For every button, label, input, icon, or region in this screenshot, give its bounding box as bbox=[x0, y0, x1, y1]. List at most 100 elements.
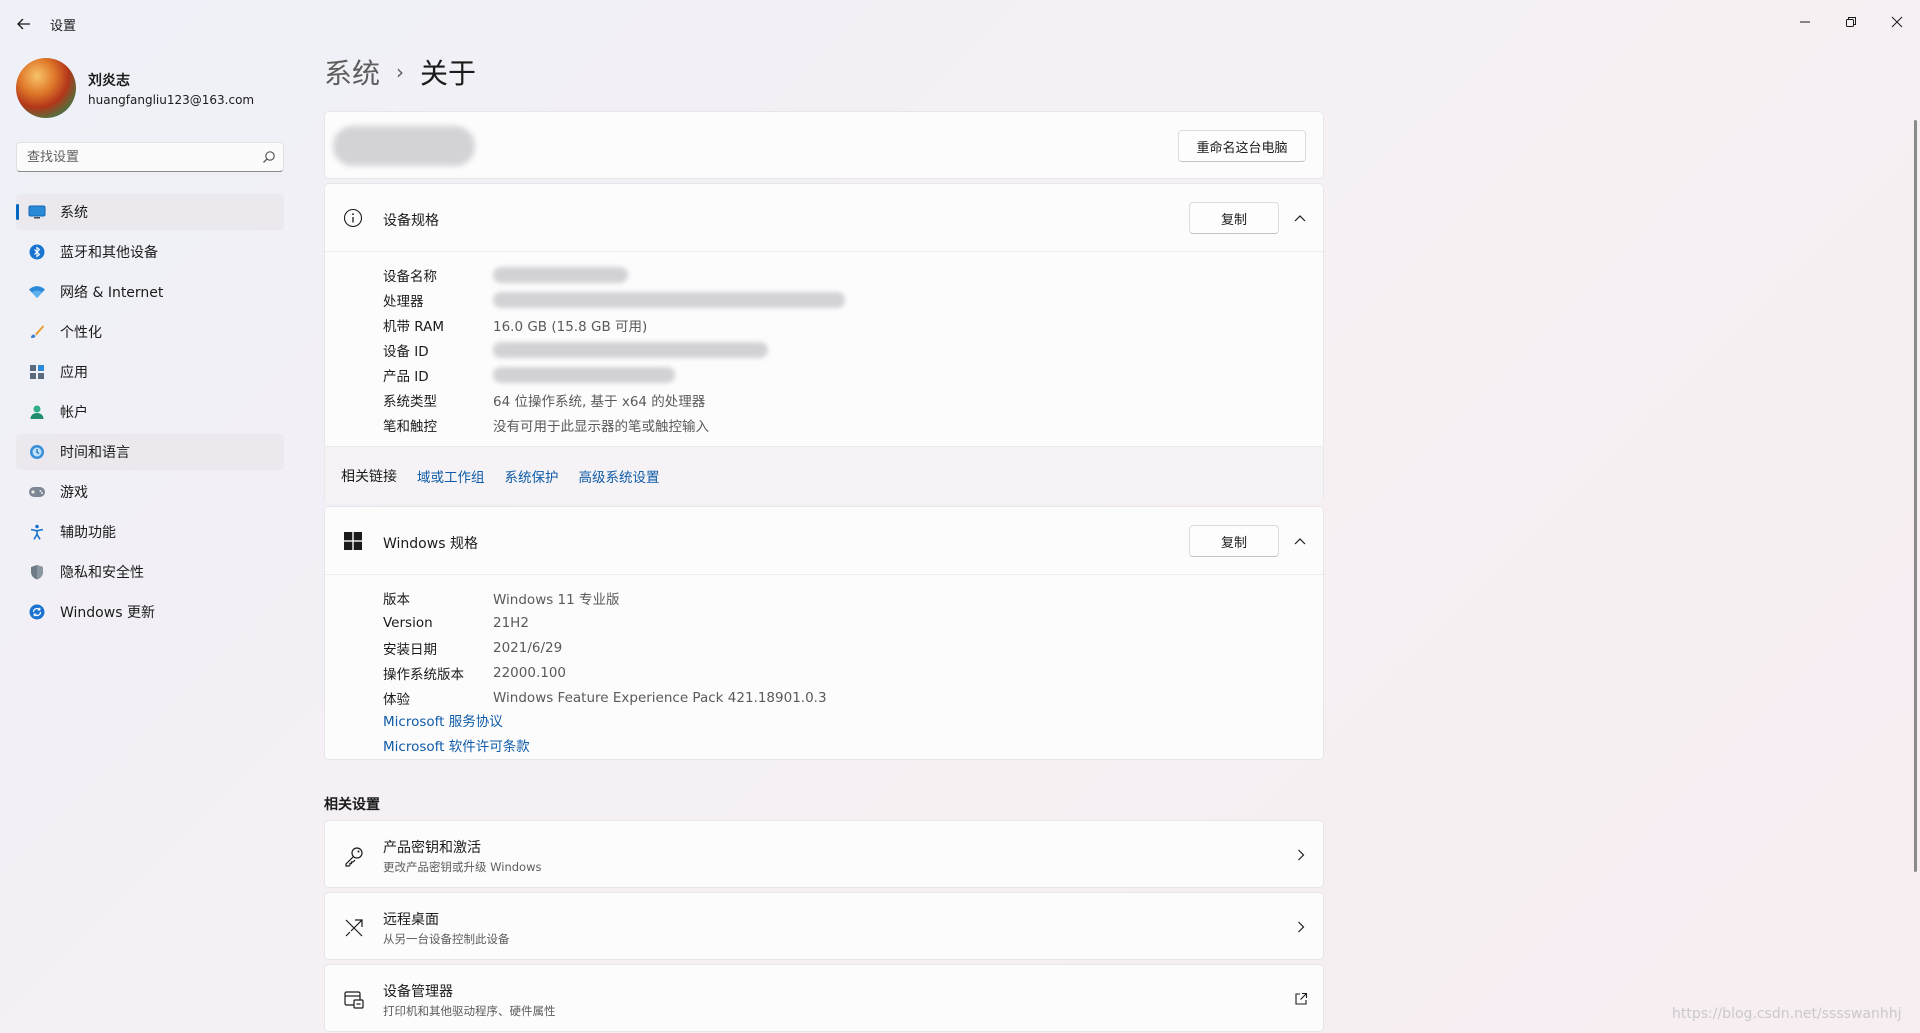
related-settings-title: 相关设置 bbox=[324, 797, 380, 813]
collapse-windows-specs-button[interactable] bbox=[1290, 531, 1310, 551]
product-key-activation-card[interactable]: 产品密钥和激活 更改产品密钥或升级 Windows bbox=[324, 820, 1324, 888]
redacted-value bbox=[493, 366, 675, 383]
spec-value: 16.0 GB (15.8 GB 可用) bbox=[493, 318, 648, 335]
redacted-device-name bbox=[333, 126, 475, 166]
key-icon bbox=[345, 847, 363, 867]
sidebar-item-time-language[interactable]: 时间和语言 bbox=[16, 434, 284, 470]
minimize-button[interactable] bbox=[1782, 6, 1828, 38]
sidebar-item-label: 帐户 bbox=[60, 405, 88, 421]
title-bar: 设置 bbox=[0, 0, 1920, 46]
sidebar-item-privacy[interactable]: 隐私和安全性 bbox=[16, 554, 284, 590]
info-icon bbox=[343, 208, 363, 228]
sidebar-item-label: 辅助功能 bbox=[60, 525, 116, 541]
minimize-icon bbox=[1800, 21, 1810, 23]
search-box[interactable] bbox=[16, 142, 284, 172]
spec-label: Version bbox=[383, 614, 433, 631]
windows-specs-title: Windows 规格 bbox=[383, 536, 478, 552]
remote-desktop-card[interactable]: 远程桌面 从另一台设备控制此设备 bbox=[324, 892, 1324, 960]
collapse-device-specs-button[interactable] bbox=[1290, 208, 1310, 228]
sidebar-item-network[interactable]: 网络 & Internet bbox=[16, 274, 284, 310]
windows-specs-card: Windows 规格 复制 版本 Windows 11 专业版 Version … bbox=[324, 506, 1324, 760]
spec-label: 机带 RAM bbox=[383, 318, 445, 335]
rename-pc-button[interactable]: 重命名这台电脑 bbox=[1178, 130, 1306, 162]
bluetooth-icon bbox=[28, 243, 46, 261]
search-icon[interactable] bbox=[255, 150, 283, 164]
search-input[interactable] bbox=[17, 149, 255, 165]
spec-value: Windows Feature Experience Pack 421.1890… bbox=[493, 689, 827, 706]
spec-label: 设备 ID bbox=[383, 343, 429, 360]
profile-email: huangfangliu123@163.com bbox=[88, 92, 255, 107]
spec-label: 安装日期 bbox=[383, 641, 437, 658]
accessibility-icon bbox=[28, 523, 46, 541]
redacted-value bbox=[493, 291, 845, 308]
spec-label: 产品 ID bbox=[383, 368, 429, 385]
spec-row-version: Version 21H2 bbox=[383, 610, 827, 635]
sidebar-item-apps[interactable]: 应用 bbox=[16, 354, 284, 390]
sidebar-item-label: 系统 bbox=[60, 205, 88, 221]
license-terms-link[interactable]: Microsoft 软件许可条款 bbox=[383, 735, 530, 755]
related-links-bar: 相关链接 域或工作组 系统保护 高级系统设置 bbox=[325, 446, 1323, 504]
windows-specs-list: 版本 Windows 11 专业版 Version 21H2 安装日期 2021… bbox=[383, 585, 827, 710]
sidebar-item-system[interactable]: 系统 bbox=[16, 194, 284, 230]
sidebar-item-label: 蓝牙和其他设备 bbox=[60, 245, 158, 261]
setting-subtitle: 从另一台设备控制此设备 bbox=[383, 932, 510, 946]
device-manager-icon bbox=[344, 991, 364, 1009]
spec-label: 系统类型 bbox=[383, 393, 437, 410]
spec-label: 体验 bbox=[383, 691, 410, 708]
spec-row-install-date: 安装日期 2021/6/29 bbox=[383, 635, 827, 660]
sidebar-item-label: 隐私和安全性 bbox=[60, 565, 144, 581]
spec-row-experience: 体验 Windows Feature Experience Pack 421.1… bbox=[383, 685, 827, 710]
setting-title: 设备管理器 bbox=[383, 984, 453, 1000]
device-manager-card[interactable]: 设备管理器 打印机和其他驱动程序、硬件属性 bbox=[324, 964, 1324, 1032]
spec-row-pen-touch: 笔和触控 没有可用于此显示器的笔或触控输入 bbox=[383, 412, 845, 437]
sidebar-nav: 系统 蓝牙和其他设备 网络 & Internet 个性化 应用 帐户 时间和语言… bbox=[16, 194, 284, 634]
sidebar-item-accessibility[interactable]: 辅助功能 bbox=[16, 514, 284, 550]
scrollbar[interactable] bbox=[1914, 120, 1917, 872]
spec-value: 64 位操作系统, 基于 x64 的处理器 bbox=[493, 393, 706, 410]
sidebar-item-bluetooth[interactable]: 蓝牙和其他设备 bbox=[16, 234, 284, 270]
setting-subtitle: 打印机和其他驱动程序、硬件属性 bbox=[383, 1004, 556, 1018]
system-protection-link[interactable]: 系统保护 bbox=[505, 466, 559, 486]
windows-logo-icon bbox=[344, 532, 362, 550]
restore-icon bbox=[1846, 17, 1856, 27]
domain-workgroup-link[interactable]: 域或工作组 bbox=[417, 466, 485, 486]
spec-row-product-id: 产品 ID bbox=[383, 362, 845, 387]
close-button[interactable] bbox=[1874, 6, 1920, 38]
setting-subtitle: 更改产品密钥或升级 Windows bbox=[383, 860, 542, 874]
advanced-system-settings-link[interactable]: 高级系统设置 bbox=[579, 466, 660, 486]
spec-value: Windows 11 专业版 bbox=[493, 591, 620, 608]
spec-row-edition: 版本 Windows 11 专业版 bbox=[383, 585, 827, 610]
brush-icon bbox=[28, 323, 46, 341]
sidebar-item-label: 时间和语言 bbox=[60, 445, 130, 461]
device-specs-list: 设备名称 处理器 机带 RAM 16.0 GB (15.8 GB 可用) 设备 … bbox=[383, 262, 845, 437]
user-profile[interactable]: 刘炎志 huangfangliu123@163.com bbox=[16, 58, 254, 118]
spec-label: 笔和触控 bbox=[383, 418, 437, 435]
page-title: 关于 bbox=[420, 57, 477, 90]
active-indicator bbox=[16, 204, 19, 220]
avatar[interactable] bbox=[16, 58, 76, 118]
breadcrumb: 系统 › 关于 bbox=[324, 52, 476, 92]
copy-windows-specs-button[interactable]: 复制 bbox=[1189, 525, 1279, 557]
spec-value: 22000.100 bbox=[493, 664, 567, 681]
apps-icon bbox=[28, 363, 46, 381]
redacted-value bbox=[493, 266, 628, 283]
services-agreement-link[interactable]: Microsoft 服务协议 bbox=[383, 710, 530, 730]
copy-device-specs-button[interactable]: 复制 bbox=[1189, 202, 1279, 234]
display-icon bbox=[28, 203, 46, 221]
sidebar-item-personalization[interactable]: 个性化 bbox=[16, 314, 284, 350]
device-specs-title: 设备规格 bbox=[383, 213, 439, 229]
restore-button[interactable] bbox=[1828, 6, 1874, 38]
windows-specs-header[interactable]: Windows 规格 复制 bbox=[325, 507, 1323, 575]
spec-row-device-name: 设备名称 bbox=[383, 262, 845, 287]
sidebar-item-windows-update[interactable]: Windows 更新 bbox=[16, 594, 284, 630]
spec-label: 处理器 bbox=[383, 293, 424, 310]
spec-row-device-id: 设备 ID bbox=[383, 337, 845, 362]
breadcrumb-parent[interactable]: 系统 bbox=[324, 52, 380, 92]
sidebar-item-accounts[interactable]: 帐户 bbox=[16, 394, 284, 430]
spec-row-ram: 机带 RAM 16.0 GB (15.8 GB 可用) bbox=[383, 312, 845, 337]
back-button[interactable] bbox=[14, 14, 34, 34]
spec-row-system-type: 系统类型 64 位操作系统, 基于 x64 的处理器 bbox=[383, 387, 845, 412]
sidebar-item-gaming[interactable]: 游戏 bbox=[16, 474, 284, 510]
device-specs-header[interactable]: 设备规格 复制 bbox=[325, 184, 1323, 252]
breadcrumb-separator: › bbox=[396, 60, 405, 84]
